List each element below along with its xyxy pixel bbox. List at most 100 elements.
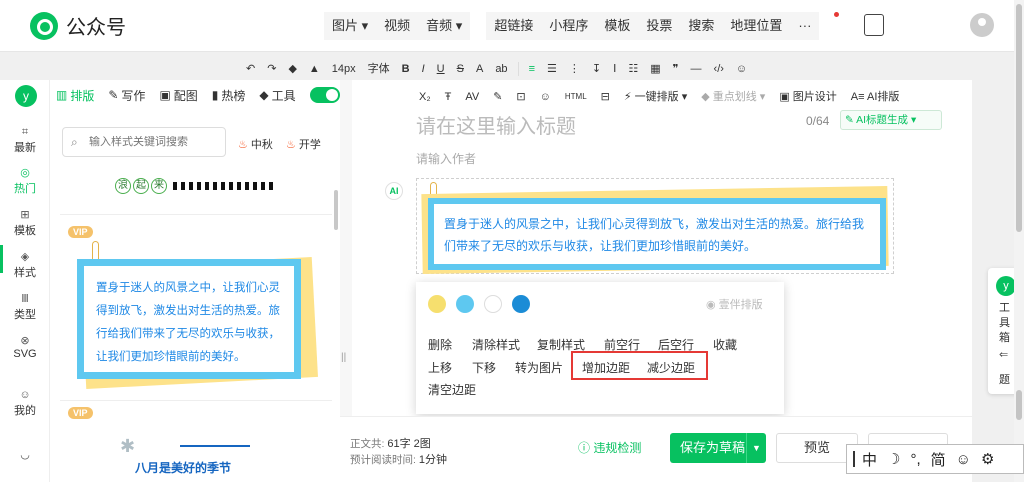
strikethrough-button[interactable]: S [451, 58, 470, 80]
panel-scrollbar[interactable] [334, 190, 338, 230]
underline-button[interactable]: U [431, 58, 451, 80]
nav-image[interactable]: 图片 ▾ [324, 12, 377, 40]
card-text[interactable]: 置身于迷人的风景之中，让我们心灵得到放飞，激发出对生活的热爱。旅行给我们带来了无… [428, 198, 886, 270]
align-left-icon[interactable]: ≡ [523, 58, 541, 80]
emoji-icon[interactable]: ☺ [730, 58, 753, 80]
ai-layout-button[interactable]: A≡ AI排版 [844, 86, 907, 108]
font-family-select[interactable]: 字体 [362, 58, 396, 80]
convert-to-image-button[interactable]: 转为图片 [515, 359, 563, 376]
divider-icon[interactable]: — [685, 58, 708, 80]
html-icon[interactable]: HTML [558, 86, 594, 108]
yiban-layout-label[interactable]: ◉ 壹伴排版 [706, 296, 763, 312]
nav-hyperlink[interactable]: 超链接 [486, 12, 542, 40]
tab-tools[interactable]: ◆ 工具 [259, 87, 295, 104]
code-icon[interactable]: ‹/› [708, 58, 730, 80]
format-painter-icon[interactable]: ▲ [303, 58, 326, 80]
nav-location[interactable]: 地理位置 [722, 12, 791, 40]
document-icon[interactable] [864, 14, 884, 36]
ime-drag-handle[interactable] [853, 451, 855, 467]
left-nav-template[interactable]: ⊞ 模板 [0, 208, 50, 238]
drag-handle-icon[interactable]: || [341, 352, 346, 363]
clear-margin-button[interactable]: 清空边距 [428, 381, 476, 398]
image-design-button[interactable]: ▣ 图片设计 [772, 86, 843, 108]
font-size-select[interactable]: 14px [326, 58, 362, 80]
ime-moon-icon[interactable]: ☽ [882, 450, 905, 468]
font-color-button[interactable]: A [470, 58, 489, 80]
page-scrollbar[interactable] [1014, 0, 1024, 482]
toolbox-icon[interactable]: ⊟ [594, 86, 617, 108]
letter-spacing-icon[interactable]: Ⅰ [607, 58, 622, 80]
spacing-icon[interactable]: AV [458, 86, 486, 108]
bold-button[interactable]: B [396, 58, 416, 80]
color-swatch-white[interactable] [484, 295, 502, 313]
tab-images[interactable]: ▣ 配图 [159, 87, 197, 104]
template-item[interactable]: VIP 置身于迷人的风景之中，让我们心灵得到放飞，激发出对生活的热爱。旅行给我们… [60, 223, 332, 401]
move-down-button[interactable]: 下移 [472, 359, 496, 376]
template-item[interactable]: VIP ✱ 八月是美好的季节 [60, 401, 332, 482]
quote-icon[interactable]: ❞ [667, 58, 685, 80]
nav-more[interactable]: ··· [790, 12, 820, 40]
ime-punctuation-icon[interactable]: °, [905, 451, 925, 468]
list-icon[interactable]: ☷ [622, 58, 644, 80]
ai-title-button[interactable]: ✎ AI标题生成 ▾ [840, 110, 942, 130]
style-search-field[interactable]: ⌕ [62, 127, 226, 157]
frame-icon[interactable]: ⊡ [509, 86, 532, 108]
chevron-down-icon[interactable]: ▼ [746, 433, 766, 463]
line-spacing-icon[interactable]: ↧ [586, 58, 607, 80]
color-swatch-yellow[interactable] [428, 295, 446, 313]
indent-icon[interactable]: ⋮ [563, 58, 586, 80]
tab-trending[interactable]: ▮ 热榜 [212, 87, 246, 104]
nav-audio[interactable]: 音频 ▾ [418, 12, 471, 40]
panel-toggle[interactable] [309, 87, 340, 103]
redo-icon[interactable]: ↷ [261, 58, 282, 80]
background-color-button[interactable]: ab [489, 58, 513, 80]
arrow-left-icon[interactable]: ⇐ [999, 348, 1008, 361]
subscript-icon[interactable]: X₂ [412, 86, 438, 108]
highlight-line-button[interactable]: ◆ 重点划线 ▾ [694, 86, 772, 108]
clear-style-button[interactable]: 清除样式 [472, 336, 520, 353]
scrollbar-thumb[interactable] [1016, 390, 1022, 420]
user-avatar[interactable] [970, 13, 994, 37]
nav-miniprogram[interactable]: 小程序 [541, 12, 597, 40]
text-style-icon[interactable]: Ŧ [438, 86, 459, 108]
undo-icon[interactable]: ↶ [240, 58, 261, 80]
left-nav-svg[interactable]: ⊗ SVG [0, 334, 50, 360]
scrollbar-thumb[interactable] [1016, 4, 1022, 232]
template-item[interactable]: 浪 起 来 [60, 170, 332, 215]
eraser-icon[interactable]: ◆ [282, 58, 302, 80]
nav-video[interactable]: 视频 [376, 12, 419, 40]
emoji-icon[interactable]: ☺ [533, 86, 558, 108]
toolbox-item[interactable]: 题 [999, 371, 1010, 387]
ime-simplified-mode[interactable]: 简 [926, 449, 951, 470]
app-logo[interactable]: 公众号 [30, 11, 126, 40]
nav-vote[interactable]: 投票 [638, 12, 681, 40]
violation-check-button[interactable]: ⓘ 违规检测 [578, 439, 641, 456]
author-input[interactable]: 请输入作者 [416, 150, 476, 167]
tab-layout[interactable]: ▥ 排版 [56, 87, 94, 104]
left-nav-support[interactable]: ◡ [0, 448, 50, 462]
hot-tag-midautumn[interactable]: ♨ 中秋 [238, 136, 273, 152]
favorite-button[interactable]: 收藏 [713, 336, 737, 353]
table-icon[interactable]: ▦ [644, 58, 666, 80]
nav-template[interactable]: 模板 [596, 12, 639, 40]
left-nav-mine[interactable]: ☺ 我的 [0, 388, 50, 418]
style-search-input[interactable] [89, 136, 219, 148]
one-click-layout-button[interactable]: ⚡ 一键排版 ▾ [617, 86, 694, 108]
color-swatch-blue[interactable] [512, 295, 530, 313]
left-nav-style[interactable]: ◈ 样式 [0, 250, 50, 280]
left-nav-type[interactable]: Ⅲ 类型 [0, 292, 50, 322]
italic-button[interactable]: I [416, 58, 431, 80]
tab-writing[interactable]: ✎ 写作 [108, 87, 145, 104]
move-up-button[interactable]: 上移 [428, 359, 452, 376]
yiban-logo-icon[interactable]: y [15, 85, 37, 107]
ime-chinese-mode[interactable]: 中 [857, 449, 882, 470]
align-center-icon[interactable]: ☰ [541, 58, 563, 80]
nav-search[interactable]: 搜索 [680, 12, 723, 40]
delete-button[interactable]: 删除 [428, 336, 452, 353]
ime-settings-icon[interactable]: ⚙ [976, 450, 999, 468]
color-swatch-lightblue[interactable] [456, 295, 474, 313]
left-nav-hot[interactable]: ◎ 热门 [0, 166, 50, 196]
left-nav-latest[interactable]: ⌗ 最新 [0, 125, 50, 155]
save-draft-button[interactable]: 保存为草稿 ▼ [670, 433, 766, 463]
ai-assist-icon[interactable]: AI [385, 182, 403, 200]
